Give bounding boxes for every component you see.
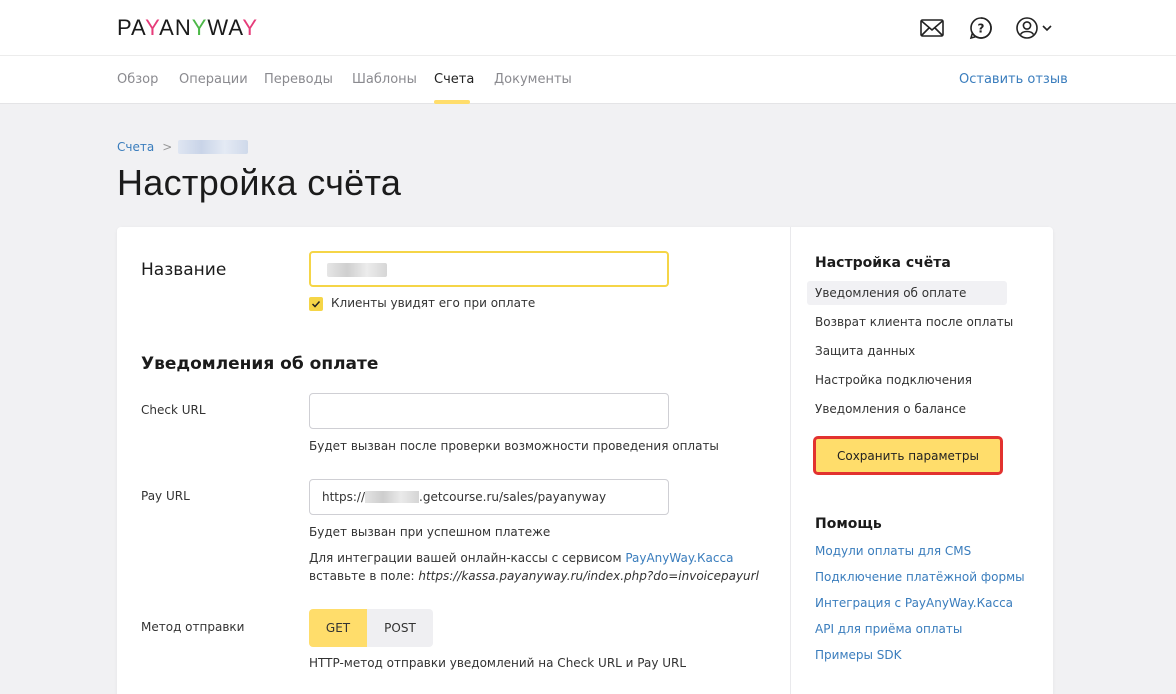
integration-text-2: вставьте в поле: xyxy=(309,569,419,583)
kassa-link[interactable]: PayAnyWay.Касса xyxy=(625,551,733,565)
breadcrumb-separator-icon: > xyxy=(162,140,173,154)
help-icon[interactable]: ? xyxy=(968,15,994,41)
help-link-payment-form[interactable]: Подключение платёжной формы xyxy=(815,570,1025,584)
method-get-button[interactable]: GET xyxy=(309,609,367,647)
client-sees-checkbox[interactable] xyxy=(309,297,323,311)
page-title: Настройка счёта xyxy=(117,162,402,203)
logo-part: AN xyxy=(159,15,192,40)
pay-url-subdomain-redacted xyxy=(365,491,420,503)
method-hint: HTTP-метод отправки уведомлений на Check… xyxy=(309,656,687,670)
pay-url-input[interactable]: https:// .getcourse.ru/sales/payanyway xyxy=(309,479,669,515)
sidebar-item-data-protection[interactable]: Защита данных xyxy=(807,339,923,363)
card-divider xyxy=(790,227,791,694)
integration-hint-line2: вставьте в поле: https://kassa.payanyway… xyxy=(309,569,759,583)
help-link-api[interactable]: API для приёма оплаты xyxy=(815,622,962,636)
svg-text:?: ? xyxy=(978,22,985,36)
breadcrumb-accounts-link[interactable]: Счета xyxy=(117,140,154,154)
sidebar-item-payment-notifications[interactable]: Уведомления об оплате xyxy=(807,281,1007,305)
notifications-section-title: Уведомления об оплате xyxy=(141,354,379,374)
check-url-input[interactable] xyxy=(309,393,669,429)
method-label: Метод отправки xyxy=(141,620,245,634)
mail-icon[interactable] xyxy=(919,15,945,41)
save-settings-button[interactable]: Сохранить параметры xyxy=(813,436,1003,475)
check-icon xyxy=(311,300,321,308)
nav-item-overview[interactable]: Обзор xyxy=(117,72,158,87)
help-link-cms-modules[interactable]: Модули оплаты для CMS xyxy=(815,544,971,558)
integration-text: Для интеграции вашей онлайн-кассы с серв… xyxy=(309,551,626,565)
logo-part: Y xyxy=(191,15,208,40)
integration-hint-line1: Для интеграции вашей онлайн-кассы с серв… xyxy=(309,551,733,565)
pay-url-value-suffix: .getcourse.ru/sales/payanyway xyxy=(419,490,607,504)
method-toggle: GET POST xyxy=(309,609,433,647)
logo-part: PA xyxy=(117,15,146,40)
pay-url-hint: Будет вызван при успешном платеже xyxy=(309,525,551,539)
breadcrumb-current-redacted xyxy=(178,140,249,154)
nav-item-documents[interactable]: Документы xyxy=(494,72,572,87)
sidebar-item-client-return[interactable]: Возврат клиента после оплаты xyxy=(807,310,1021,334)
nav-item-operations[interactable]: Операции xyxy=(179,72,248,87)
main-nav: Обзор Операции Переводы Шаблоны Счета До… xyxy=(0,56,1176,104)
nav-item-templates[interactable]: Шаблоны xyxy=(352,72,417,87)
top-bar: PAYANYWAY ? xyxy=(0,0,1176,56)
name-value-redacted xyxy=(327,263,387,277)
sidebar-title: Настройка счёта xyxy=(815,255,951,271)
check-url-label: Check URL xyxy=(141,403,206,417)
logo-part: Y xyxy=(145,15,160,40)
user-menu[interactable] xyxy=(1014,15,1056,41)
sidebar-item-connection-settings[interactable]: Настройка подключения xyxy=(807,368,980,392)
breadcrumb: Счета > xyxy=(117,140,249,154)
help-title: Помощь xyxy=(815,516,882,532)
logo-part: Y xyxy=(242,15,259,40)
pay-url-value-prefix: https:// xyxy=(322,490,366,504)
nav-item-transfers[interactable]: Переводы xyxy=(264,72,333,87)
sidebar-item-balance-notifications[interactable]: Уведомления о балансе xyxy=(807,397,974,421)
settings-card: Название Клиенты увидят его при оплате У… xyxy=(117,227,1053,694)
user-icon xyxy=(1016,17,1052,39)
name-input[interactable] xyxy=(309,251,669,287)
payanyway-logo[interactable]: PAYANYWAY xyxy=(117,15,258,41)
method-post-button[interactable]: POST xyxy=(367,609,433,647)
help-link-sdk-examples[interactable]: Примеры SDK xyxy=(815,648,902,662)
active-tab-indicator xyxy=(434,100,470,104)
integration-url: https://kassa.payanyway.ru/index.php?do=… xyxy=(418,569,759,583)
pay-url-label: Pay URL xyxy=(141,489,190,503)
feedback-link[interactable]: Оставить отзыв xyxy=(959,72,1068,87)
name-label: Название xyxy=(141,260,227,280)
help-link-kassa-integration[interactable]: Интеграция с PayAnyWay.Касса xyxy=(815,596,1013,610)
nav-item-accounts[interactable]: Счета xyxy=(434,72,474,87)
client-sees-label: Клиенты увидят его при оплате xyxy=(331,296,536,310)
logo-part: WA xyxy=(207,15,243,40)
check-url-hint: Будет вызван после проверки возможности … xyxy=(309,439,719,453)
